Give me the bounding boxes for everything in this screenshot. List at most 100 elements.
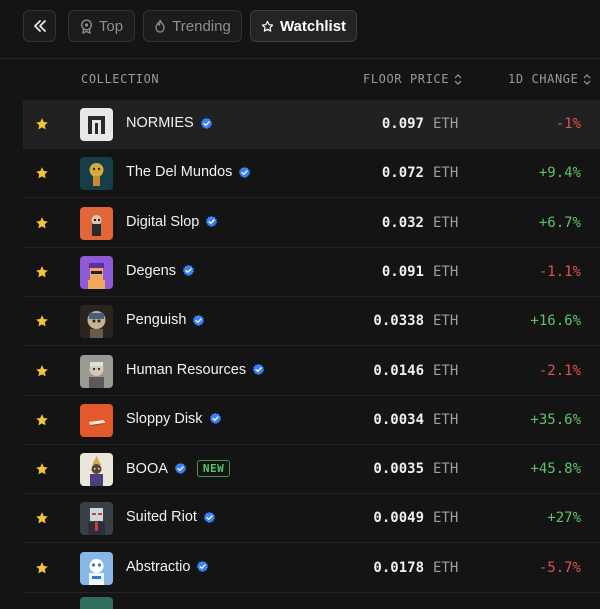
change-value: +35.6%	[530, 411, 581, 428]
change-value: -2.1%	[538, 362, 581, 379]
price-unit: ETH	[433, 510, 459, 527]
star-filled-icon[interactable]	[35, 511, 49, 525]
change-value: +45.8%	[530, 461, 581, 478]
tab-trending[interactable]: Trending	[143, 10, 242, 42]
watchlist-star[interactable]	[35, 216, 49, 235]
star-filled-icon[interactable]	[35, 314, 49, 328]
table-row[interactable]: BOOA NEW 0.0035 ETH +45.8%	[23, 445, 600, 495]
floor-price: 0.091	[381, 263, 424, 280]
collection-name: BOOA	[126, 460, 168, 477]
collection-name-cell[interactable]: Degens	[126, 263, 195, 279]
collection-name-cell[interactable]: Suited Riot	[126, 509, 216, 525]
floor-price: 0.0035	[373, 461, 424, 478]
tab-top-label: Top	[98, 17, 124, 35]
verified-badge-icon	[203, 511, 216, 523]
flame-icon	[155, 19, 165, 33]
price-unit: ETH	[433, 165, 459, 182]
collection-name: Digital Slop	[126, 213, 200, 230]
collection-thumbnail	[80, 354, 113, 388]
table-row[interactable]: Penguish 0.0338 ETH +16.6%	[23, 297, 600, 347]
watchlist-star[interactable]	[35, 117, 49, 136]
collection-name: The Del Mundos	[126, 164, 233, 181]
table-row[interactable]: Abstractio 0.0178 ETH -5.7%	[23, 544, 600, 593]
collection-thumbnail	[80, 157, 113, 191]
price-unit: ETH	[433, 313, 459, 330]
column-collection[interactable]: COLLECTION	[81, 72, 159, 86]
collection-thumbnail	[80, 453, 113, 487]
watchlist-star[interactable]	[35, 166, 49, 185]
verified-badge-icon	[174, 462, 186, 475]
tab-watchlist-label: Watchlist	[279, 17, 347, 35]
collection-name-cell[interactable]: The Del Mundos	[126, 164, 251, 180]
table-row[interactable]: Suited Riot 0.0049 ETH +27%	[23, 494, 600, 544]
collection-name: Suited Riot	[126, 509, 197, 526]
toolbar: Top Trending Watchlist	[0, 0, 600, 59]
watchlist-star[interactable]	[35, 511, 49, 530]
sort-updown-icon	[583, 73, 591, 85]
star-filled-icon[interactable]	[35, 117, 49, 131]
collection-name-cell[interactable]: NORMIES	[126, 115, 213, 131]
collection-name-cell[interactable]: Human Resources	[126, 362, 265, 378]
star-filled-icon[interactable]	[35, 413, 49, 427]
verified-badge-icon	[239, 166, 251, 178]
floor-price: 0.0146	[373, 362, 424, 379]
collection-thumbnail	[80, 403, 113, 437]
change-value: +6.7%	[538, 214, 581, 231]
change-value: -1%	[555, 116, 581, 132]
table-header: COLLECTION FLOOR PRICE 1D CHANGE	[0, 58, 600, 100]
floor-price: 0.072	[381, 165, 424, 182]
new-badge: NEW	[196, 460, 231, 478]
star-filled-icon[interactable]	[35, 561, 49, 575]
star-filled-icon[interactable]	[35, 265, 49, 279]
watchlist-star[interactable]	[35, 462, 49, 481]
change-value: +27%	[547, 510, 581, 527]
table-row[interactable]: NORMIES 0.097 ETH -1%	[23, 100, 600, 149]
table-row[interactable]: The Del Mundos 0.072 ETH +9.4%	[23, 149, 600, 199]
watchlist-star[interactable]	[35, 413, 49, 432]
star-filled-icon[interactable]	[35, 364, 49, 378]
verified-badge-icon	[197, 561, 209, 573]
price-unit: ETH	[433, 214, 459, 231]
price-unit: ETH	[433, 362, 459, 379]
watchlist-star[interactable]	[35, 265, 49, 284]
collection-name: Degens	[126, 262, 176, 279]
table-row[interactable]: Digital Slop 0.032 ETH +6.7%	[23, 199, 600, 248]
change-value: -1.1%	[538, 263, 581, 280]
table-row[interactable]: Human Resources 0.0146 ETH -2.1%	[23, 347, 600, 396]
watchlist-star[interactable]	[35, 561, 49, 580]
partial-row-thumbnail	[80, 597, 113, 609]
price-unit: ETH	[433, 559, 459, 576]
floor-price: 0.0034	[373, 411, 424, 428]
collection-name: Penguish	[126, 312, 187, 329]
star-filled-icon[interactable]	[35, 462, 49, 476]
star-filled-icon[interactable]	[35, 216, 49, 230]
change-value: -5.7%	[538, 559, 581, 576]
collection-name-cell[interactable]: Digital Slop	[126, 214, 218, 230]
column-1d-change[interactable]: 1D CHANGE	[508, 72, 591, 86]
collection-thumbnail	[80, 305, 113, 339]
tab-top[interactable]: Top	[68, 10, 135, 42]
collection-thumbnail	[80, 108, 113, 141]
medal-icon	[80, 18, 92, 34]
collection-name: NORMIES	[126, 115, 194, 131]
collection-thumbnail	[80, 255, 113, 289]
tab-watchlist[interactable]: Watchlist	[250, 10, 357, 42]
price-unit: ETH	[433, 116, 459, 132]
watchlist-star[interactable]	[35, 314, 49, 333]
change-value: +16.6%	[530, 313, 581, 330]
collection-name-cell[interactable]: Penguish	[126, 312, 205, 328]
collection-name-cell[interactable]: Sloppy Disk	[126, 411, 222, 427]
table-row[interactable]: Sloppy Disk 0.0034 ETH +35.6%	[23, 396, 600, 445]
column-floor-price[interactable]: FLOOR PRICE	[363, 72, 462, 86]
verified-badge-icon	[200, 117, 212, 129]
floor-price: 0.0338	[373, 313, 424, 330]
collapse-button[interactable]	[23, 10, 56, 42]
watchlist-star[interactable]	[35, 364, 49, 383]
collection-name-cell[interactable]: Abstractio	[126, 559, 209, 575]
table-row[interactable]: Degens 0.091 ETH -1.1%	[23, 248, 600, 297]
star-filled-icon[interactable]	[35, 166, 49, 180]
chevrons-left-icon	[33, 20, 46, 32]
collection-name-cell[interactable]: BOOA NEW	[126, 460, 231, 478]
floor-price: 0.0178	[373, 559, 424, 576]
floor-price: 0.097	[381, 116, 424, 132]
